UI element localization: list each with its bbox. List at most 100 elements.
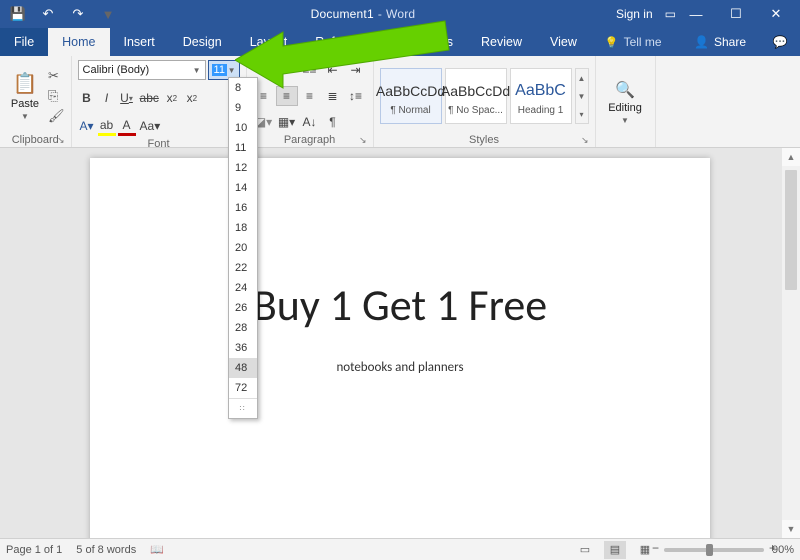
styles-launcher-icon[interactable]: ↘ (581, 135, 589, 146)
font-size-dropdown[interactable]: 891011121416182022242628364872∷ (228, 77, 258, 419)
multilevel-button[interactable]: ≡≡ (299, 60, 321, 80)
qat-customize-icon[interactable]: ▼ (94, 0, 122, 28)
text-effects-button[interactable]: A▾ (78, 116, 96, 136)
numbering-button[interactable]: 1≡ (276, 60, 298, 80)
align-right-button[interactable]: ≡ (299, 86, 321, 106)
chevron-down-icon: ▼ (21, 112, 29, 121)
style-heading1[interactable]: AaBbC Heading 1 (510, 68, 572, 124)
tab-home[interactable]: Home (48, 28, 109, 56)
ribbon-tabs: File Home Insert Design Layout Reference… (0, 28, 800, 56)
align-center-button[interactable]: ≡ (276, 86, 298, 106)
tab-layout[interactable]: Layout (236, 28, 302, 56)
font-size-option[interactable]: 18 (229, 218, 257, 238)
borders-button[interactable]: ▦▾ (276, 112, 298, 132)
scroll-thumb[interactable] (785, 170, 797, 290)
view-print-button[interactable]: ▤ (604, 541, 626, 559)
font-size-option[interactable]: 28 (229, 318, 257, 338)
tab-references[interactable]: References (301, 28, 393, 56)
quick-access-toolbar: 💾 ↶ ↷ ▼ (4, 0, 122, 28)
document-name: Document1 (311, 7, 374, 21)
superscript-button[interactable]: x2 (183, 88, 201, 108)
font-size-option[interactable]: 72 (229, 378, 257, 398)
font-size-option[interactable]: 24 (229, 278, 257, 298)
line-spacing-button[interactable]: ↕≡ (345, 86, 367, 106)
page-canvas[interactable]: Buy 1 Get 1 Free notebooks and planners (90, 158, 710, 538)
clipboard-launcher-icon[interactable]: ↘ (57, 135, 65, 146)
zoom-in-icon[interactable]: + (769, 541, 776, 555)
font-size-option[interactable]: 14 (229, 178, 257, 198)
vertical-scrollbar[interactable]: ▲ ▼ (782, 148, 800, 538)
view-read-button[interactable]: ▭ (574, 541, 596, 559)
font-size-option[interactable]: 9 (229, 98, 257, 118)
save-icon[interactable]: 💾 (4, 0, 32, 28)
close-icon[interactable]: ✕ (756, 0, 796, 28)
tab-mailings[interactable]: Mailings (393, 28, 467, 56)
tab-design[interactable]: Design (169, 28, 236, 56)
styles-more-button[interactable]: ▲ ▼ ▾ (575, 68, 589, 124)
scroll-track[interactable] (782, 166, 800, 520)
font-size-option[interactable]: 36 (229, 338, 257, 358)
italic-button[interactable]: I (98, 88, 116, 108)
paste-icon: 📋 (13, 71, 38, 96)
maximize-icon[interactable]: ☐ (716, 0, 756, 28)
justify-button[interactable]: ≣ (322, 86, 344, 106)
tab-view[interactable]: View (536, 28, 591, 56)
tab-insert[interactable]: Insert (110, 28, 169, 56)
redo-icon[interactable]: ↷ (64, 0, 92, 28)
change-case-button[interactable]: Aa▾ (138, 116, 163, 136)
decrease-indent-button[interactable]: ⇤ (322, 60, 344, 80)
scroll-up-icon[interactable]: ▲ (782, 148, 800, 166)
minimize-icon[interactable]: — (676, 0, 716, 28)
font-size-option[interactable]: 22 (229, 258, 257, 278)
font-name-select[interactable]: Calibri (Body) ▼ (78, 60, 206, 80)
app-name: Word (386, 7, 415, 21)
share-button[interactable]: 👤 Share (680, 28, 760, 56)
document-subtext[interactable]: notebooks and planners (90, 360, 710, 375)
paste-button[interactable]: 📋 Paste ▼ (6, 59, 44, 133)
copy-icon[interactable]: ⎘ (48, 88, 65, 104)
cut-icon[interactable]: ✂ (48, 68, 65, 84)
style-sample: AaBbC (515, 77, 566, 105)
format-painter-icon[interactable]: 🖌 (48, 108, 65, 124)
tell-me-input[interactable]: Tell me (591, 28, 676, 56)
style-normal[interactable]: AaBbCcDd ¶ Normal (380, 68, 442, 124)
highlight-button[interactable]: ab (98, 116, 116, 136)
font-size-option[interactable]: 12 (229, 158, 257, 178)
font-color-button[interactable]: A (118, 116, 136, 136)
tab-file[interactable]: File (0, 28, 48, 56)
status-proofing-icon[interactable]: 📖 (150, 543, 164, 556)
sort-button[interactable]: A↓ (299, 112, 321, 132)
font-size-option[interactable]: 8 (229, 78, 257, 98)
ribbon-display-icon[interactable]: ▭ (665, 7, 676, 21)
show-marks-button[interactable]: ¶ (322, 112, 344, 132)
status-page[interactable]: Page 1 of 1 (6, 544, 62, 556)
font-size-option[interactable]: 10 (229, 118, 257, 138)
group-styles: AaBbCcDd ¶ Normal AaBbCcDd ¶ No Spac... … (374, 56, 596, 147)
strikethrough-button[interactable]: abc (138, 88, 161, 108)
zoom-slider[interactable]: − + (664, 548, 764, 552)
comments-button[interactable]: 💬 (760, 28, 800, 56)
font-size-option[interactable]: 11 (229, 138, 257, 158)
font-size-option[interactable]: 20 (229, 238, 257, 258)
font-name-value: Calibri (Body) (83, 64, 150, 76)
font-size-option[interactable]: 16 (229, 198, 257, 218)
zoom-out-icon[interactable]: − (652, 541, 659, 555)
increase-indent-button[interactable]: ⇥ (345, 60, 367, 80)
font-size-option[interactable]: 48 (229, 358, 257, 378)
zoom-knob[interactable] (706, 544, 713, 556)
signin-button[interactable]: Sign in (604, 0, 665, 28)
bold-button[interactable]: B (78, 88, 96, 108)
chevron-down-icon[interactable]: ▼ (621, 116, 629, 125)
group-label-paragraph: Paragraph ↘ (253, 133, 367, 146)
paragraph-launcher-icon[interactable]: ↘ (359, 135, 367, 146)
scroll-down-icon[interactable]: ▼ (782, 520, 800, 538)
document-heading[interactable]: Buy 1 Get 1 Free (90, 278, 710, 332)
subscript-button[interactable]: x2 (163, 88, 181, 108)
underline-button[interactable]: U▾ (118, 88, 136, 108)
status-words[interactable]: 5 of 8 words (76, 544, 136, 556)
font-size-option[interactable]: 26 (229, 298, 257, 318)
find-icon[interactable]: 🔍 (615, 80, 635, 100)
tab-review[interactable]: Review (467, 28, 536, 56)
style-nospacing[interactable]: AaBbCcDd ¶ No Spac... (445, 68, 507, 124)
undo-icon[interactable]: ↶ (34, 0, 62, 28)
